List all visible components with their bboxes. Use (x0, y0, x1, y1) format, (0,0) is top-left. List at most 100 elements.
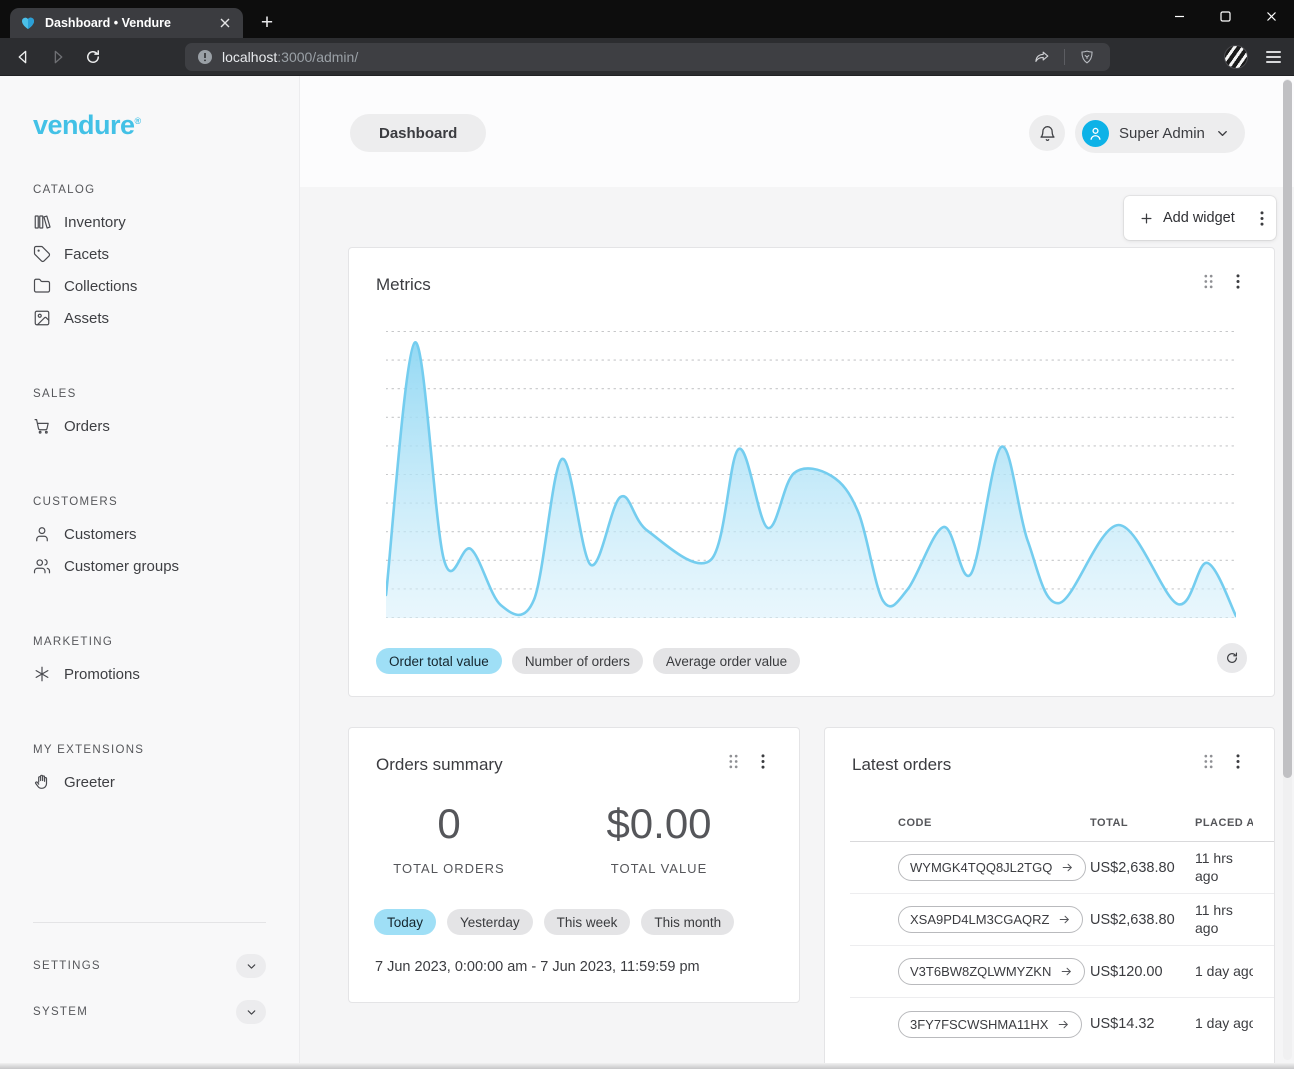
sidebar-heading: MARKETING (33, 636, 299, 650)
brave-shield-icon[interactable] (1076, 46, 1098, 68)
col-code: CODE (898, 817, 1090, 829)
vendure-logo[interactable]: vendure® (33, 106, 173, 140)
chevron-down-icon[interactable] (236, 1000, 266, 1024)
order-placed-at: 1 day ago (1195, 1015, 1253, 1033)
metric-selector-chips: Order total value Number of orders Average… (376, 648, 800, 674)
metric-chip-number-of-orders[interactable]: Number of orders (512, 648, 643, 674)
sidebar-item-assets[interactable]: Assets (33, 302, 299, 334)
sidebar-item-customers[interactable]: Customers (33, 518, 299, 550)
site-info-icon[interactable] (197, 49, 213, 65)
widget-title: Orders summary (376, 755, 503, 775)
sidebar-item-label: Customers (64, 526, 137, 543)
order-code-link[interactable]: V3T6BW8ZQLWMYZKN (898, 958, 1085, 985)
total-value-label: TOTAL VALUE (559, 861, 759, 876)
table-row: WYMGK4TQQ8JL2TGQUS$2,638.8011 hrs ago (850, 842, 1274, 894)
order-code-link[interactable]: WYMGK4TQQ8JL2TGQ (898, 854, 1086, 881)
order-total: US$14.32 (1090, 1016, 1195, 1032)
add-widget-label: Add widget (1163, 210, 1235, 226)
metric-chip-order-total-value[interactable]: Order total value (376, 648, 502, 674)
tab-close-icon[interactable] (217, 15, 233, 31)
col-placed-at: PLACED AT (1195, 817, 1253, 829)
url-bar[interactable]: localhost:3000/admin/ (185, 43, 1110, 71)
order-placed-at: 1 day ago (1195, 963, 1253, 981)
notifications-button[interactable] (1029, 115, 1065, 151)
sidebar-item-label: Promotions (64, 666, 140, 683)
total-orders-value: 0 (349, 800, 549, 848)
sidebar-heading: SYSTEM (33, 1006, 88, 1018)
range-chip-this-week[interactable]: This week (544, 909, 631, 935)
latest-orders-table: CODETOTALPLACED AT WYMGK4TQQ8JL2TGQUS$2,6… (850, 816, 1274, 1050)
tab-title: Dashboard • Vendure (45, 16, 208, 30)
reload-icon[interactable] (82, 46, 104, 68)
order-placed-at: 11 hrs ago (1195, 902, 1253, 937)
order-code-link[interactable]: 3FY7FSCWSHMA11HX (898, 1011, 1082, 1038)
drag-handle-icon[interactable] (1201, 752, 1216, 771)
sidebar-heading: CATALOG (33, 184, 299, 198)
add-widget-kebab-icon[interactable] (1258, 209, 1266, 228)
refresh-button[interactable] (1217, 643, 1247, 673)
browser-toolbar: localhost:3000/admin/ (0, 38, 1294, 76)
order-placed-at: 11 hrs ago (1195, 850, 1253, 885)
range-chip-today[interactable]: Today (374, 909, 436, 935)
arrow-right-icon (1058, 913, 1071, 926)
refresh-icon (1225, 651, 1239, 665)
sidebar-item-label: Collections (64, 278, 137, 295)
sidebar-item-customer-groups[interactable]: Customer groups (33, 550, 299, 582)
close-icon[interactable] (1248, 0, 1294, 33)
sidebar-item-inventory[interactable]: Inventory (33, 206, 299, 238)
col-total: TOTAL (1090, 817, 1195, 829)
forward-icon[interactable] (47, 46, 69, 68)
sidebar-item-orders[interactable]: Orders (33, 410, 299, 442)
url-text: localhost:3000/admin/ (222, 49, 1031, 65)
logo-trademark: ® (135, 116, 141, 126)
sidebar-collapsed-settings[interactable]: SETTINGS (33, 943, 266, 989)
widget-kebab-icon[interactable] (1234, 272, 1242, 291)
order-total: US$120.00 (1090, 964, 1195, 980)
browser-tab[interactable]: Dashboard • Vendure (10, 8, 243, 38)
page-scrollbar-thumb[interactable] (1283, 80, 1292, 778)
user-name: Super Admin (1119, 125, 1205, 142)
sidebar-item-collections[interactable]: Collections (33, 270, 299, 302)
back-icon[interactable] (12, 46, 34, 68)
sidebar-section-my-extensions: MY EXTENSIONSGreeter (33, 744, 299, 798)
new-tab-button[interactable]: + (254, 10, 280, 36)
sidebar-item-label: Assets (64, 310, 109, 327)
user-menu[interactable]: Super Admin (1075, 113, 1245, 153)
browser-menu-icon[interactable] (1263, 48, 1284, 66)
sidebar-item-promotions[interactable]: Promotions (33, 658, 299, 690)
vendure-favicon-icon (20, 15, 36, 31)
minimize-icon[interactable] (1156, 0, 1202, 33)
range-chip-this-month[interactable]: This month (641, 909, 734, 935)
arrow-right-icon (1060, 965, 1073, 978)
add-widget-button[interactable]: Add widget (1124, 196, 1276, 240)
order-code-link[interactable]: XSA9PD4LM3CGAQRZ (898, 906, 1083, 933)
sidebar-item-facets[interactable]: Facets (33, 238, 299, 270)
url-host: localhost (222, 49, 277, 65)
divider (33, 922, 266, 923)
widget-kebab-icon[interactable] (1234, 752, 1242, 771)
sidebar-item-greeter[interactable]: Greeter (33, 766, 299, 798)
sidebar-collapsed-system[interactable]: SYSTEM (33, 989, 266, 1035)
browser-profile-avatar[interactable] (1224, 45, 1248, 69)
breadcrumb[interactable]: Dashboard (350, 114, 486, 152)
sidebar-item-label: Customer groups (64, 558, 179, 575)
range-chip-yesterday[interactable]: Yesterday (447, 909, 533, 935)
total-value-stat: $0.00 TOTAL VALUE (559, 800, 759, 876)
arrow-right-icon (1057, 1018, 1070, 1031)
total-value-value: $0.00 (559, 800, 759, 848)
chevron-down-icon[interactable] (236, 954, 266, 978)
table-row: XSA9PD4LM3CGAQRZUS$2,638.8011 hrs ago (850, 894, 1274, 946)
sidebar-item-label: Greeter (64, 774, 115, 791)
widget-kebab-icon[interactable] (759, 752, 767, 771)
drag-handle-icon[interactable] (726, 752, 741, 771)
user-avatar-icon (1082, 120, 1109, 147)
inventory-icon (33, 213, 51, 231)
breadcrumb-label: Dashboard (379, 125, 457, 142)
share-icon[interactable] (1031, 46, 1053, 68)
maximize-icon[interactable] (1202, 0, 1248, 33)
drag-handle-icon[interactable] (1201, 272, 1216, 291)
greeter-icon (33, 773, 51, 791)
date-range-chips: Today Yesterday This week This month (374, 909, 734, 935)
facets-icon (33, 245, 51, 263)
metric-chip-average-order-value[interactable]: Average order value (653, 648, 800, 674)
